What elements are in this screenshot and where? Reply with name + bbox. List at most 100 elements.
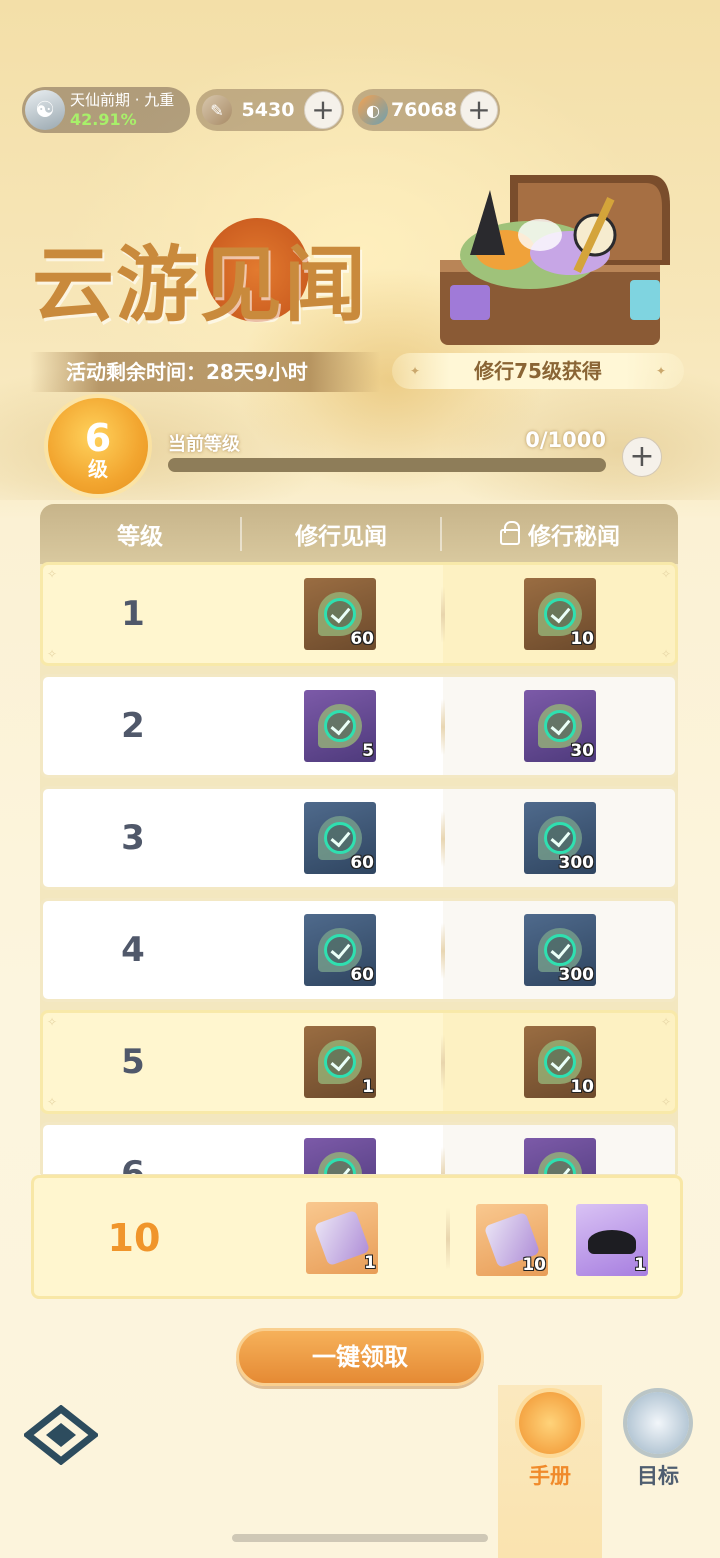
game-logo-icon[interactable] bbox=[24, 1405, 98, 1465]
claim-all-button[interactable]: 一键领取 bbox=[236, 1328, 484, 1386]
item-count: 10 bbox=[522, 1255, 546, 1275]
target-scroll-icon bbox=[627, 1392, 689, 1454]
claimed-check-icon bbox=[544, 598, 576, 630]
gourd-icon[interactable]: 30 bbox=[524, 690, 596, 762]
reward-rows-list[interactable]: 1 60 10 ✧ ✧ ✧ ✧ 2 5 30 3 60 300 4 60 300 5 1 10 ✧ ✧ ✧ ✧ 6 bbox=[40, 562, 678, 1174]
row-divider bbox=[441, 699, 445, 755]
item-count: 1 bbox=[634, 1255, 646, 1275]
item-count: 300 bbox=[558, 965, 595, 985]
sparkle-icon: ✦ bbox=[655, 364, 666, 378]
event-timer: 活动剩余时间：28天9小时 bbox=[30, 352, 380, 392]
reward-row[interactable]: 2 5 30 bbox=[40, 674, 678, 778]
row-level: 3 bbox=[121, 818, 145, 858]
header-free-track: 修行见闻 bbox=[240, 517, 440, 551]
current-level-label: 当前等级 bbox=[168, 434, 240, 455]
scroll-currency-icon: ✎ bbox=[202, 95, 232, 125]
buy-level-button[interactable]: + bbox=[622, 437, 662, 477]
manual-scroll-icon bbox=[519, 1392, 581, 1454]
corner-ornament-icon: ✧ bbox=[660, 647, 671, 661]
immortal-avatar-icon: ☯ bbox=[25, 90, 65, 130]
scroll-bundle-icon[interactable]: 10 bbox=[524, 1026, 596, 1098]
level-unit: 级 bbox=[88, 457, 108, 481]
corner-ornament-icon: ✧ bbox=[47, 1095, 58, 1109]
corner-ornament-icon: ✧ bbox=[47, 647, 58, 661]
reward-row[interactable]: 5 1 10 ✧ ✧ ✧ ✧ bbox=[40, 1010, 678, 1114]
claimed-check-icon bbox=[544, 934, 576, 966]
spirit-drop-icon[interactable]: 60 bbox=[304, 914, 376, 986]
gourd-icon[interactable] bbox=[524, 1138, 596, 1174]
item-art bbox=[313, 1209, 371, 1267]
claimed-check-icon bbox=[324, 934, 356, 966]
sparkle-icon: ✦ bbox=[410, 364, 421, 378]
row-level: 4 bbox=[121, 930, 145, 970]
ore-stack-icon[interactable]: 300 bbox=[524, 802, 596, 874]
scroll-bundle-icon[interactable]: 1 bbox=[304, 1026, 376, 1098]
scroll-bundle-icon[interactable]: 1 bbox=[306, 1202, 378, 1274]
row-level: 2 bbox=[121, 706, 145, 746]
lock-icon bbox=[500, 521, 520, 545]
item-count: 10 bbox=[570, 1077, 594, 1097]
chest-reward-text: 修行75级获得 bbox=[474, 359, 602, 383]
currency-value: 76068 bbox=[390, 99, 458, 121]
currency-scroll: ✎ 5430 + bbox=[196, 89, 344, 131]
event-title: 云游见闻 bbox=[32, 237, 369, 333]
item-count: 1 bbox=[362, 1077, 374, 1097]
gourd-icon[interactable] bbox=[304, 1138, 376, 1174]
home-indicator[interactable] bbox=[232, 1534, 488, 1542]
ore-stack-icon[interactable]: 60 bbox=[304, 802, 376, 874]
claimed-check-icon bbox=[324, 598, 356, 630]
reward-row[interactable]: 6 bbox=[40, 1122, 678, 1174]
header-premium-track[interactable]: 修行秘闻 bbox=[440, 517, 678, 551]
tab-manual[interactable]: 手册 bbox=[498, 1392, 602, 1490]
sword-item-icon[interactable]: 10 bbox=[524, 578, 596, 650]
add-scroll-button[interactable]: + bbox=[304, 91, 342, 129]
black-hat-icon[interactable]: 1 bbox=[576, 1204, 648, 1276]
spirit-orb-currency-icon: ◐ bbox=[358, 95, 388, 125]
jade-leaf-icon[interactable]: 60 bbox=[304, 578, 376, 650]
corner-ornament-icon: ✧ bbox=[660, 1095, 671, 1109]
exp-text: 0/1000 bbox=[525, 428, 606, 452]
spirit-drop-icon[interactable]: 300 bbox=[524, 914, 596, 986]
item-count: 60 bbox=[350, 853, 374, 873]
reward-row[interactable]: 3 60 300 bbox=[40, 786, 678, 890]
reward-row[interactable]: 1 60 10 ✧ ✧ ✧ ✧ bbox=[40, 562, 678, 666]
row-divider bbox=[441, 923, 445, 979]
reward-table-header: 等级 修行见闻 修行秘闻 bbox=[40, 504, 678, 564]
item-count: 60 bbox=[350, 629, 374, 649]
claimed-check-icon bbox=[324, 1046, 356, 1078]
row-level: 5 bbox=[121, 1042, 145, 1082]
current-level-number: 6 bbox=[84, 416, 112, 460]
currency-spirit-orb: ◐ 76068 + bbox=[352, 89, 500, 131]
item-count: 5 bbox=[362, 741, 374, 761]
claimed-check-icon bbox=[324, 710, 356, 742]
treasure-chest-icon[interactable] bbox=[430, 165, 690, 355]
tab-target-label: 目标 bbox=[637, 1464, 679, 1488]
level-badge: 6 级 bbox=[48, 398, 148, 494]
exp-progress-bar bbox=[168, 458, 606, 472]
player-status-pill[interactable]: ☯ 天仙前期 · 九重 42.91% bbox=[22, 87, 190, 133]
claimed-check-icon bbox=[544, 822, 576, 854]
item-count: 10 bbox=[570, 629, 594, 649]
reward-row[interactable]: 4 60 300 bbox=[40, 898, 678, 1002]
milestone-row: 10 1 10 1 bbox=[31, 1175, 683, 1299]
corner-ornament-icon: ✧ bbox=[47, 1015, 58, 1029]
header-level: 等级 bbox=[117, 524, 163, 550]
claimed-check-icon bbox=[544, 1046, 576, 1078]
scroll-bundle-icon[interactable]: 10 bbox=[476, 1204, 548, 1276]
add-spirit-orb-button[interactable]: + bbox=[460, 91, 498, 129]
row-level: 1 bbox=[121, 594, 145, 634]
corner-ornament-icon: ✧ bbox=[47, 567, 58, 581]
item-count: 1 bbox=[364, 1253, 376, 1273]
tab-target[interactable]: 目标 bbox=[606, 1392, 710, 1490]
item-art bbox=[588, 1230, 636, 1254]
row-divider bbox=[441, 1035, 445, 1091]
realm-progress: 42.91% bbox=[70, 110, 137, 129]
tab-manual-label: 手册 bbox=[529, 1464, 571, 1488]
row-divider bbox=[441, 587, 445, 643]
gourd-icon[interactable]: 5 bbox=[304, 690, 376, 762]
claimed-check-icon bbox=[324, 822, 356, 854]
corner-ornament-icon: ✧ bbox=[660, 567, 671, 581]
chest-reward-label: ✦ 修行75级获得 ✦ bbox=[392, 353, 684, 389]
item-count: 300 bbox=[558, 853, 595, 873]
row-divider bbox=[441, 1147, 445, 1174]
